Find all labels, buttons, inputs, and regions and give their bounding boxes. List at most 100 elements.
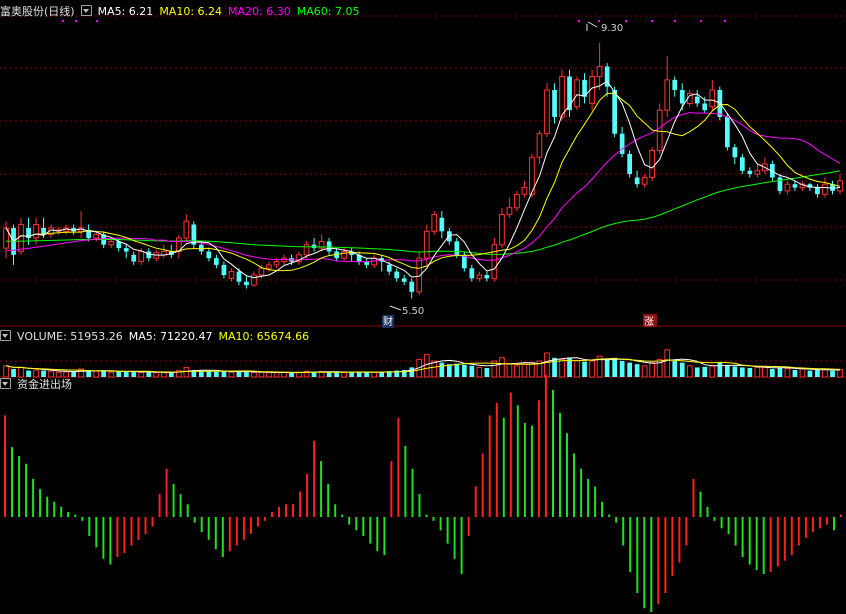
candle-body — [206, 251, 212, 259]
candle-body — [439, 217, 445, 232]
candle-body — [214, 258, 219, 265]
volume-bar — [529, 362, 535, 378]
volume-bar — [236, 371, 242, 377]
volume-bar — [183, 366, 190, 378]
volume-bar — [349, 372, 354, 377]
candle-body — [266, 264, 272, 269]
candle-body — [536, 133, 543, 158]
volume-bar — [686, 365, 693, 378]
volume-bar — [552, 357, 557, 377]
volume-bar — [604, 359, 610, 377]
volume-bar — [754, 366, 761, 378]
volume-bar — [462, 364, 467, 377]
candle-body — [93, 234, 100, 239]
volume-bar — [153, 372, 160, 378]
volume-bar — [281, 372, 287, 378]
candle-body — [244, 281, 249, 286]
volume-bar — [702, 366, 708, 377]
chart-grid — [0, 15, 846, 378]
volume-bar — [146, 372, 152, 377]
zhang-badge[interactable]: 涨 — [644, 316, 654, 328]
volume-bar — [454, 363, 460, 377]
volume-value: VOLUME: 51953.26 — [17, 330, 123, 343]
volume-bar — [822, 368, 828, 378]
fund-title: 资金进出场 — [17, 378, 72, 391]
volume-bar — [273, 372, 280, 378]
volume-bar — [206, 371, 212, 377]
volume-bar — [717, 362, 723, 377]
volume-bar — [214, 371, 219, 377]
volume-bar — [484, 368, 490, 377]
volume-bar — [612, 357, 617, 377]
volume-bar — [439, 362, 445, 377]
candle-body — [251, 274, 257, 286]
volume-bar — [161, 372, 167, 378]
volume-bar — [770, 369, 775, 377]
volume-bar — [3, 365, 9, 378]
volume-bar — [792, 370, 798, 377]
volume-bar — [679, 362, 685, 377]
volume-bar — [641, 365, 648, 378]
signal-dot — [75, 20, 77, 22]
candle-body — [641, 177, 648, 185]
candle-body — [409, 281, 415, 292]
signal-dot — [625, 20, 627, 22]
candle-body — [709, 89, 716, 108]
candle-body — [221, 264, 227, 275]
fund-settings-icon[interactable] — [0, 378, 11, 389]
volume-bar — [784, 368, 791, 378]
volume-bar — [567, 358, 572, 377]
volume-bar — [447, 364, 452, 377]
volume-ma10: MA10: 65674.66 — [218, 330, 310, 343]
candle-body — [491, 244, 498, 279]
ma10-legend: MA10: 6.24 — [159, 5, 223, 18]
candle-body — [544, 89, 550, 135]
stock-chart[interactable]: 9.30 5.50 财 涨 — [0, 0, 846, 614]
volume-bar — [694, 367, 700, 377]
volume-panel-header: VOLUME: 51953.26 MA5: 71220.47 MA10: 65674… — [0, 329, 315, 343]
volume-bar — [589, 360, 595, 378]
candle-body — [138, 251, 145, 263]
cai-badge[interactable]: 财 — [383, 315, 393, 328]
volume-bar — [506, 363, 513, 378]
volume-bar — [732, 366, 738, 377]
volume-bar — [93, 370, 100, 378]
candle-body — [702, 103, 708, 111]
volume-bar — [725, 364, 730, 377]
volume-bar — [740, 367, 745, 377]
volume-bar — [258, 371, 265, 378]
volume-bar — [747, 368, 753, 377]
candle-body — [228, 271, 235, 279]
moving-average-lines — [5, 80, 841, 279]
candle-body — [236, 271, 242, 282]
candle-body — [258, 267, 265, 276]
candle-body — [454, 241, 460, 255]
volume-bar — [521, 363, 528, 378]
signal-dot — [724, 20, 726, 22]
volume-bar — [86, 370, 91, 377]
candle-body — [559, 76, 565, 118]
volume-bar — [138, 372, 145, 378]
ma-settings-icon[interactable] — [80, 5, 92, 16]
candle-body — [815, 187, 820, 195]
ma20-legend: MA20: 6.30 — [228, 5, 291, 18]
volume-bar — [807, 370, 813, 377]
volume-bar — [837, 369, 843, 378]
volume-bar — [709, 365, 716, 378]
fund-panel-header: 资金进出场 — [0, 377, 78, 391]
volume-bar — [799, 368, 806, 378]
candle-body — [725, 116, 730, 148]
volume-bar — [423, 354, 430, 378]
volume-bar — [627, 362, 632, 377]
volume-bar — [371, 371, 377, 378]
volume-bar — [649, 362, 655, 378]
volume-bar — [469, 365, 475, 377]
stock-title: 富奥股份(日线) — [0, 5, 75, 18]
volume-bar — [574, 359, 580, 378]
fund-flow-bars — [4, 374, 842, 612]
candle-body — [401, 278, 407, 282]
volume-settings-icon[interactable] — [0, 330, 11, 341]
candle-body — [732, 147, 738, 158]
candle-body — [679, 90, 685, 104]
candle-body — [123, 248, 129, 252]
